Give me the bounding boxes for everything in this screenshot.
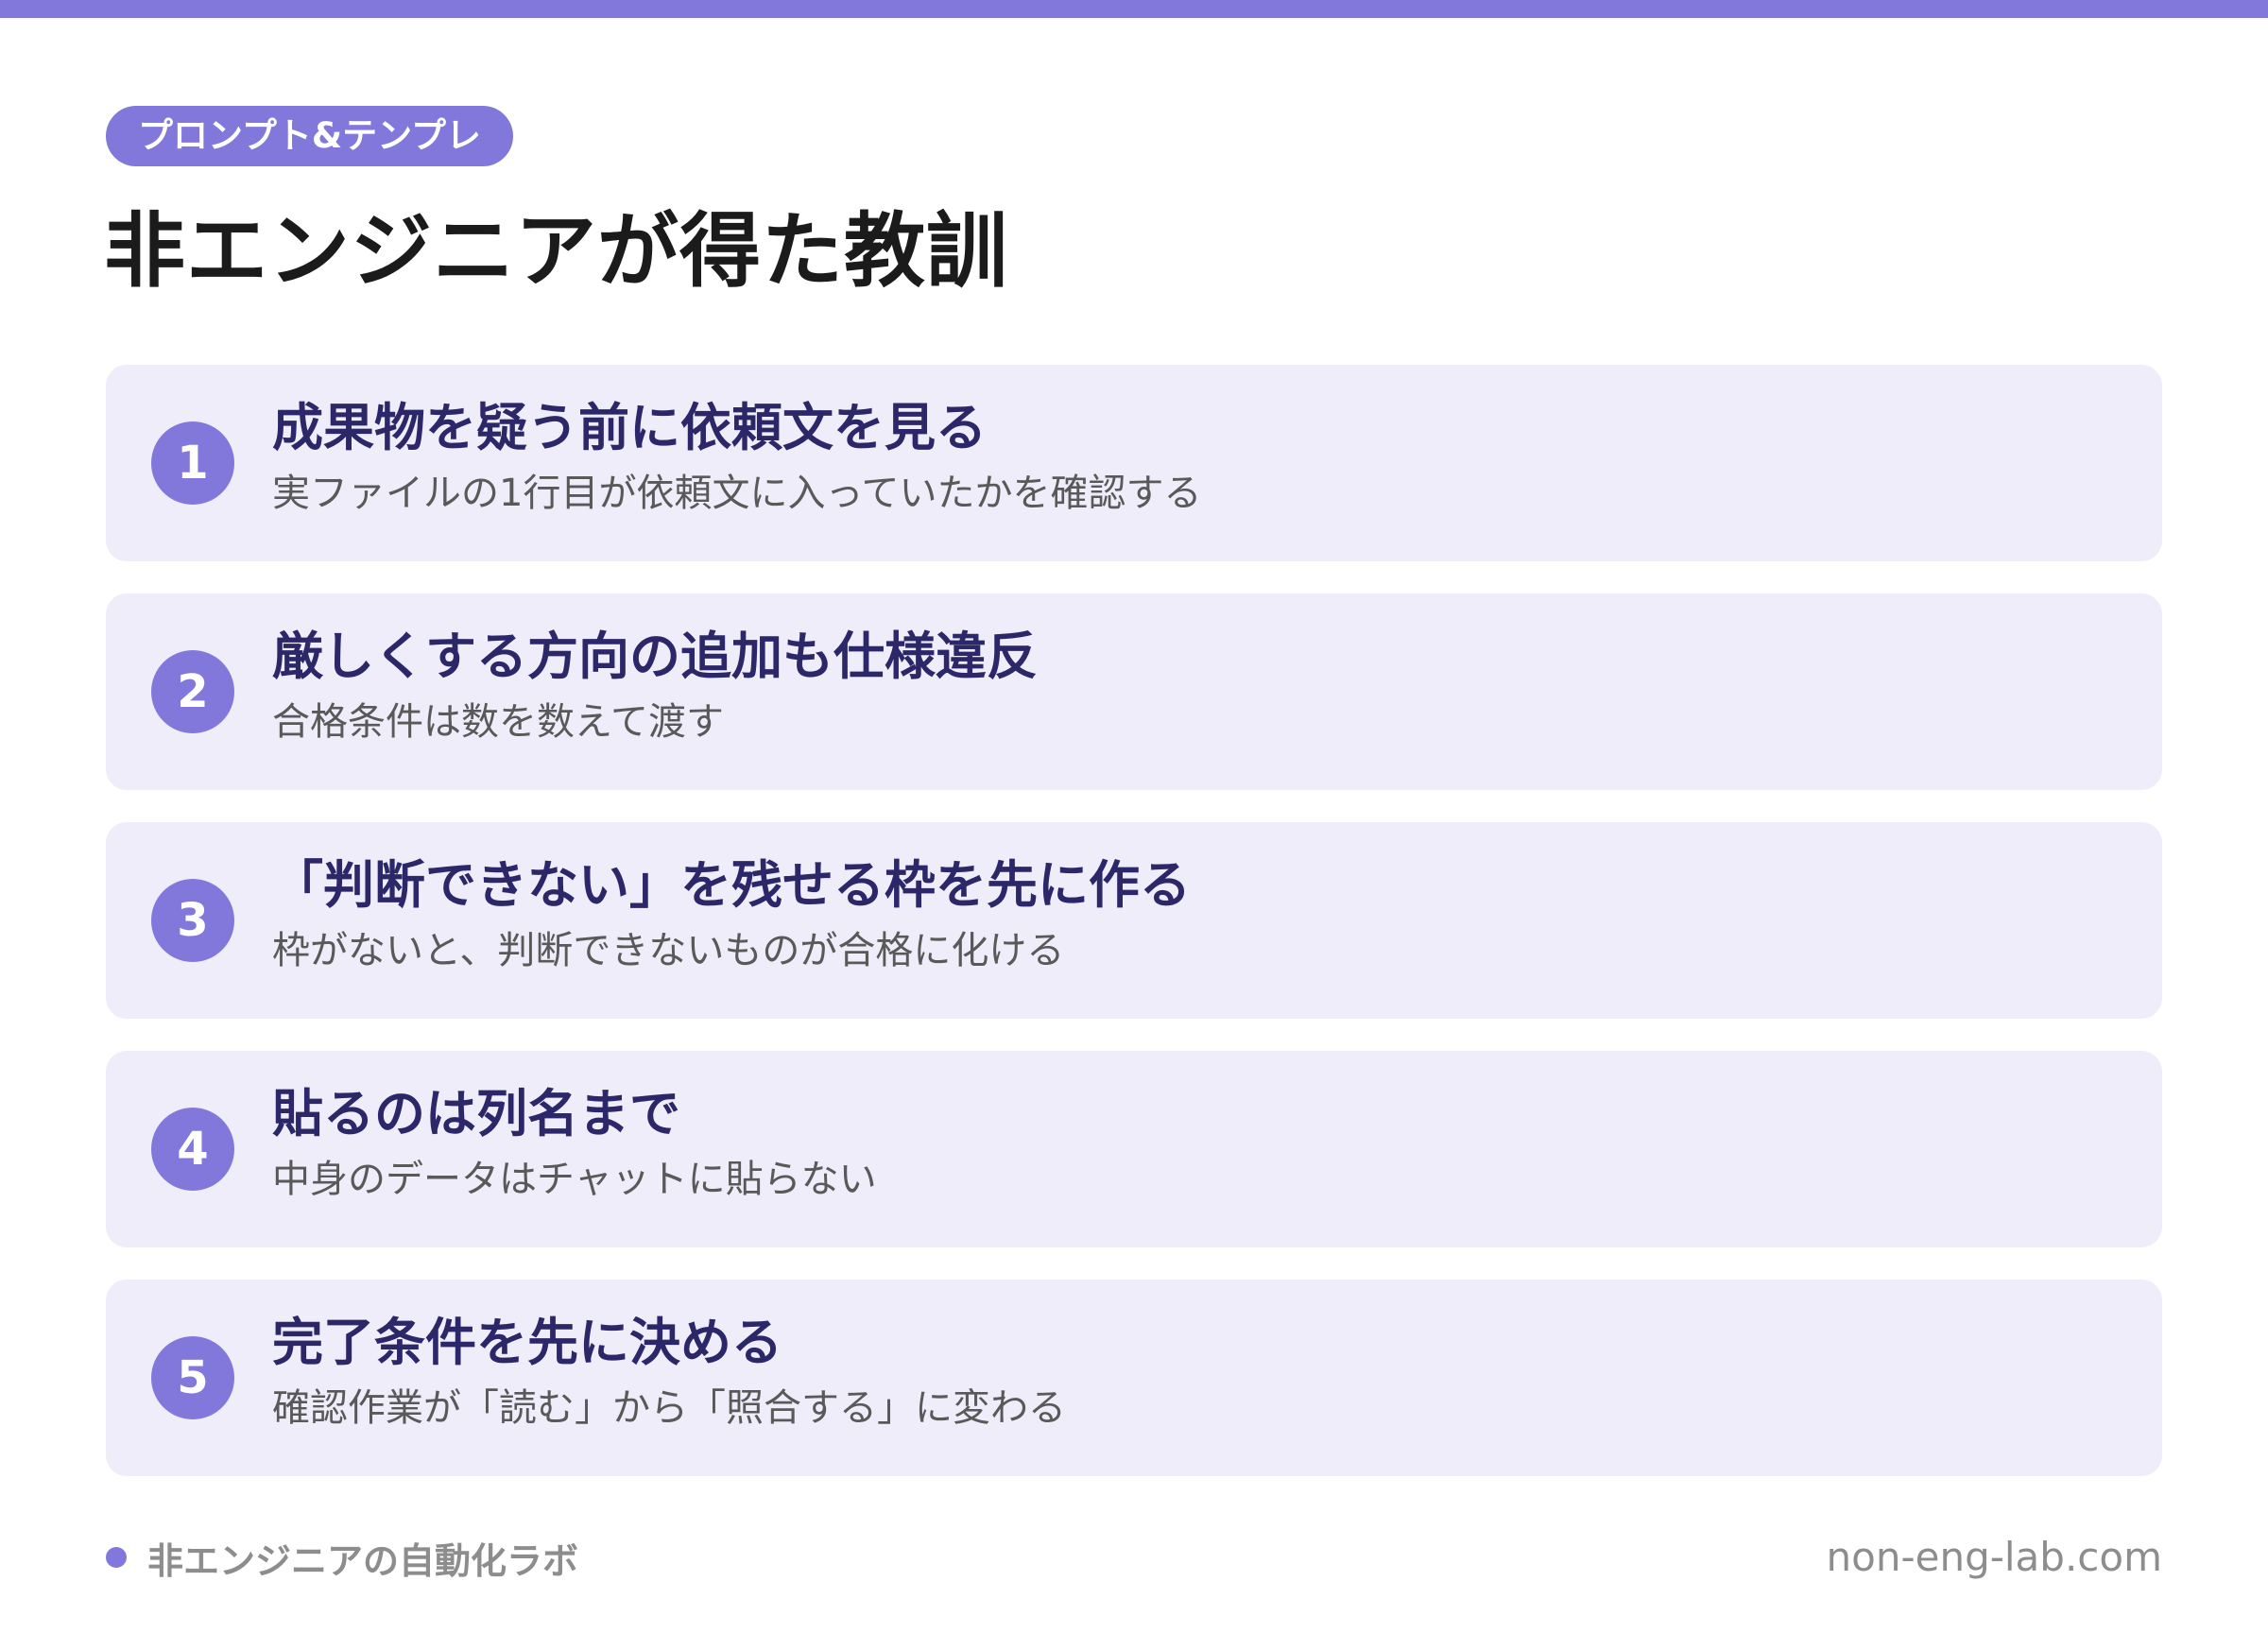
lesson-card: 3 「判断できない」を残せる枠を先に作る 枠がないと、判断できないものが合格に化… — [106, 822, 2162, 1019]
page-title: 非エンジニアが得た教訓 — [104, 204, 1008, 299]
lesson-card: 1 成果物を疑う前に依頼文を見る 実ファイルの1行目が依頼文に入っていたかを確認… — [106, 365, 2162, 561]
lesson-number-badge: 4 — [151, 1108, 234, 1191]
lesson-subtitle: 枠がないと、判断できないものが合格に化ける — [272, 929, 1065, 972]
lesson-card: 4 貼るのは列名まで 中身のデータはチャットに貼らない — [106, 1051, 2162, 1247]
lesson-number-badge: 3 — [151, 879, 234, 962]
lesson-list: 1 成果物を疑う前に依頼文を見る 実ファイルの1行目が依頼文に入っていたかを確認… — [106, 365, 2162, 1508]
lesson-number-badge: 5 — [151, 1336, 234, 1419]
lesson-title: 成果物を疑う前に依頼文を見る — [272, 398, 987, 457]
lesson-number-badge: 2 — [151, 650, 234, 733]
brand-dot-icon — [106, 1547, 127, 1568]
brand-name: 非エンジニアの自動化ラボ — [147, 1539, 579, 1582]
lesson-subtitle: 実ファイルの1行目が依頼文に入っていたかを確認する — [272, 472, 1202, 515]
lesson-subtitle: 中身のデータはチャットに貼らない — [272, 1158, 877, 1201]
lesson-subtitle: 確認作業が「読む」から「照合する」に変わる — [272, 1386, 1066, 1430]
lesson-title: 貼るのは列名まで — [272, 1084, 680, 1143]
lesson-card: 5 完了条件を先に決める 確認作業が「読む」から「照合する」に変わる — [106, 1280, 2162, 1476]
category-badge: プロンプト&テンプレ — [106, 106, 514, 166]
lesson-title: 完了条件を先に決める — [272, 1313, 782, 1372]
lesson-card: 2 厳しくする方向の追加も仕様違反 合格条件は数を数えて渡す — [106, 593, 2162, 790]
site-url: non-eng-lab.com — [1826, 1534, 2162, 1580]
lesson-subtitle: 合格条件は数を数えて渡す — [272, 700, 724, 744]
lesson-title: 「判断できない」を残せる枠を先に作る — [272, 855, 1191, 915]
lesson-number-badge: 1 — [151, 421, 234, 505]
top-accent-bar — [0, 0, 2268, 18]
footer-brand: 非エンジニアの自動化ラボ — [106, 1531, 578, 1584]
lesson-title: 厳しくする方向の追加も仕様違反 — [272, 627, 1038, 686]
